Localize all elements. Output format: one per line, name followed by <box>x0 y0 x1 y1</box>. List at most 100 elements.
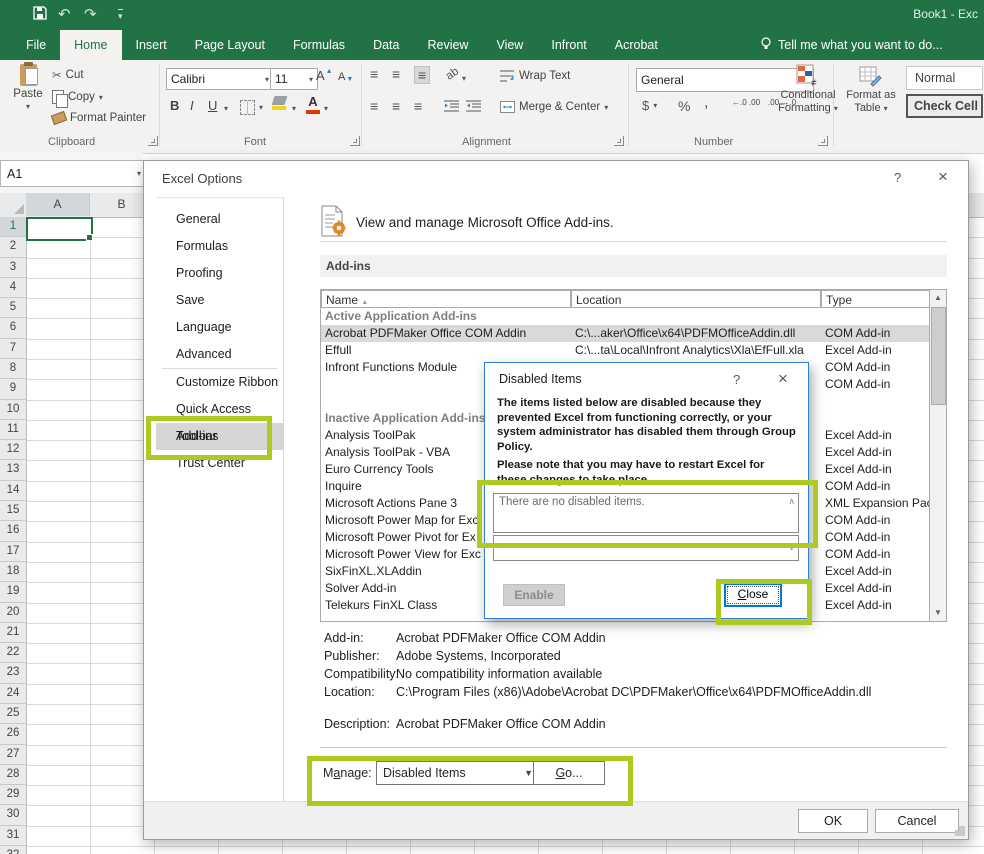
font-color-button[interactable]: A <box>306 94 320 114</box>
row-header[interactable]: 16 <box>0 521 27 541</box>
row-header[interactable]: 14 <box>0 481 27 501</box>
sidebar-item-proofing[interactable]: Proofing <box>156 260 283 287</box>
underline-chevron-icon[interactable]: ▾ <box>224 104 228 113</box>
column-header-a[interactable]: A <box>26 193 90 216</box>
row-header[interactable]: 6 <box>0 318 27 338</box>
close-icon[interactable]: × <box>778 369 788 389</box>
accounting-format-button[interactable]: $▾ <box>642 98 657 113</box>
fill-color-button[interactable] <box>272 96 286 110</box>
row-header[interactable]: 18 <box>0 562 27 582</box>
redo-icon[interactable]: ↷ <box>84 5 97 25</box>
row-header[interactable]: 3 <box>0 258 27 278</box>
ok-button[interactable]: OK <box>798 809 868 833</box>
orientation-button[interactable]: ab <box>444 65 461 82</box>
merge-center-button[interactable]: Merge & Center ▾ <box>500 101 608 113</box>
wrap-text-button[interactable]: Wrap Text <box>500 70 570 82</box>
row-header[interactable]: 25 <box>0 704 27 724</box>
customize-quick-access-icon[interactable]: ▾ <box>118 9 123 22</box>
sidebar-item-customize-ribbon[interactable]: Customize Ribbon <box>156 369 283 396</box>
cut-button[interactable]: ✂ Cut <box>52 68 84 82</box>
cancel-button[interactable]: Cancel <box>875 809 959 833</box>
tab-file[interactable]: File <box>12 30 60 60</box>
row-header[interactable]: 9 <box>0 379 27 399</box>
grow-font-button[interactable]: A▲ <box>316 68 333 83</box>
column-header-name[interactable]: Name ▲ <box>321 290 571 308</box>
italic-button[interactable]: I <box>190 98 194 113</box>
addin-row[interactable]: EffullC:\...ta\Local\Infront Analytics\X… <box>321 342 930 359</box>
sidebar-item-add-ins[interactable]: Add-ins <box>156 423 283 450</box>
format-as-table-button[interactable]: Format as Table ▾ <box>846 64 896 114</box>
sidebar-item-language[interactable]: Language <box>156 314 283 341</box>
orientation-chevron-icon[interactable]: ▾ <box>462 74 466 83</box>
row-header[interactable]: 32 <box>0 846 27 854</box>
percent-style-button[interactable]: % <box>678 98 690 114</box>
row-header[interactable]: 22 <box>0 643 27 663</box>
help-icon[interactable]: ? <box>733 372 740 387</box>
align-left-button[interactable]: ≡ <box>370 98 378 114</box>
font-color-chevron-icon[interactable]: ▾ <box>324 104 328 113</box>
tab-home[interactable]: Home <box>60 30 121 60</box>
column-header-location[interactable]: Location <box>571 290 821 308</box>
table-scrollbar[interactable]: ▲ ▼ <box>929 290 946 621</box>
save-icon[interactable] <box>32 5 48 27</box>
addin-row[interactable]: Active Application Add-ins <box>321 308 930 325</box>
row-header[interactable]: 31 <box>0 826 27 846</box>
close-icon[interactable]: × <box>938 167 948 187</box>
sidebar-item-quick-access-toolbar[interactable]: Quick Access Toolbar <box>156 396 283 423</box>
help-icon[interactable]: ? <box>894 170 901 185</box>
tab-formulas[interactable]: Formulas <box>279 30 359 60</box>
middle-align-button[interactable]: ≡ <box>392 66 400 82</box>
resize-grip[interactable] <box>959 830 965 836</box>
top-align-button[interactable]: ≡ <box>370 66 378 82</box>
sidebar-item-save[interactable]: Save <box>156 287 283 314</box>
increase-decimal-button[interactable]: ←.0 .00 <box>732 98 760 107</box>
row-header[interactable]: 30 <box>0 805 27 825</box>
font-size-combo[interactable]: 11▾ <box>270 68 318 90</box>
sidebar-item-general[interactable]: General <box>156 206 283 233</box>
number-dialog-launcher-icon[interactable] <box>818 136 828 146</box>
row-header[interactable]: 28 <box>0 765 27 785</box>
paste-button[interactable]: Paste ▾ <box>8 64 48 111</box>
manage-dropdown[interactable]: Disabled Items ▼ <box>376 761 540 785</box>
undo-icon[interactable]: ↶ <box>58 5 71 25</box>
selected-cell-a1[interactable] <box>26 217 93 241</box>
go-button[interactable]: Go... <box>533 761 605 785</box>
tab-acrobat[interactable]: Acrobat <box>601 30 672 60</box>
scroll-up-icon[interactable]: ▲ <box>930 290 946 306</box>
bold-button[interactable]: B <box>170 98 179 113</box>
scroll-down-icon[interactable]: ▼ <box>930 605 946 621</box>
comma-style-button[interactable]: , <box>704 94 708 112</box>
format-painter-button[interactable]: Format Painter <box>52 112 146 124</box>
font-name-combo[interactable]: Calibri▾ <box>166 68 274 90</box>
row-header[interactable]: 21 <box>0 623 27 643</box>
row-header[interactable]: 24 <box>0 684 27 704</box>
bottom-align-button[interactable]: ≡ <box>414 66 430 84</box>
alignment-dialog-launcher-icon[interactable] <box>614 136 624 146</box>
row-header[interactable]: 15 <box>0 501 27 521</box>
disabled-items-listbox[interactable]: There are no disabled items. ∧ <box>493 493 799 533</box>
row-header[interactable]: 2 <box>0 237 27 257</box>
borders-button[interactable]: ▾ <box>240 100 263 115</box>
center-button[interactable]: ≡ <box>392 98 400 114</box>
font-dialog-launcher-icon[interactable] <box>350 136 360 146</box>
row-header[interactable]: 11 <box>0 420 27 440</box>
scroll-up-icon[interactable]: ∧ <box>788 496 795 507</box>
row-header[interactable]: 27 <box>0 745 27 765</box>
shrink-font-button[interactable]: A▼ <box>338 70 353 83</box>
row-header[interactable]: 1 <box>0 217 27 237</box>
align-right-button[interactable]: ≡ <box>414 98 422 114</box>
enable-button[interactable]: Enable <box>503 584 565 606</box>
row-header[interactable]: 23 <box>0 663 27 683</box>
tab-page-layout[interactable]: Page Layout <box>181 30 279 60</box>
row-header[interactable]: 12 <box>0 440 27 460</box>
scroll-down-icon[interactable]: ∨ <box>788 542 795 553</box>
row-header[interactable]: 5 <box>0 298 27 318</box>
row-header[interactable]: 10 <box>0 400 27 420</box>
column-header-type[interactable]: Type <box>821 290 931 308</box>
tab-review[interactable]: Review <box>413 30 482 60</box>
copy-button[interactable]: Copy ▾ <box>52 90 103 104</box>
decrease-indent-button[interactable] <box>444 100 459 112</box>
addin-row[interactable]: Acrobat PDFMaker Office COM AddinC:\...a… <box>321 325 930 342</box>
cell-style-normal[interactable]: Normal <box>906 66 983 90</box>
name-box[interactable]: A1 ▾ <box>0 160 148 187</box>
